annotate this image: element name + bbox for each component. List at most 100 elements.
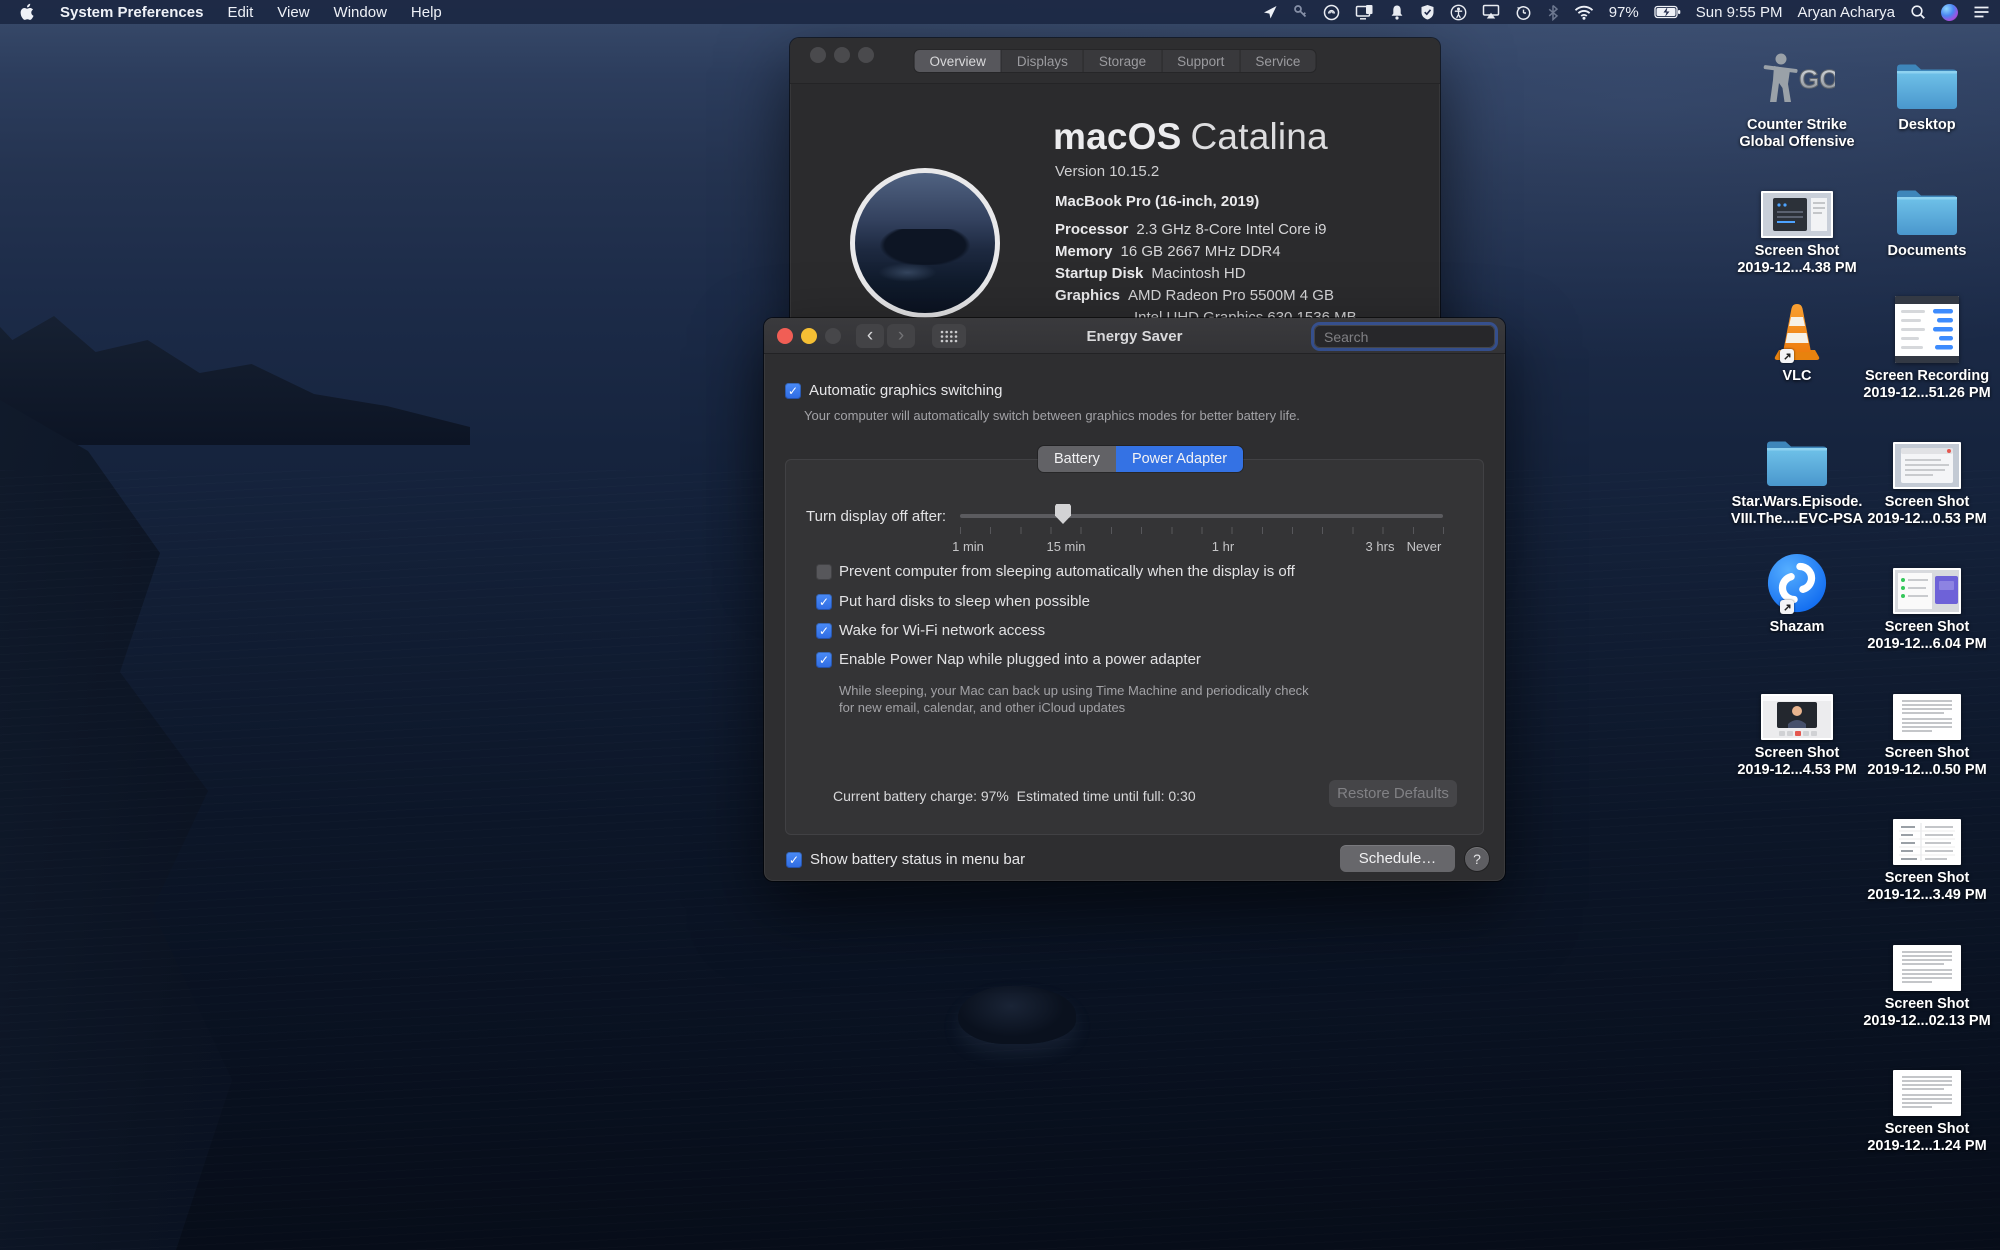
notification-center-icon[interactable] xyxy=(1973,0,1990,24)
about-os-title: macOSCatalina xyxy=(1053,116,1328,158)
help-button[interactable]: ? xyxy=(1465,847,1489,871)
csgo-icon: GO xyxy=(1759,38,1835,112)
desktop-icon-screen-shot[interactable]: Screen Shot2019-12...0.50 PM xyxy=(1857,666,1997,778)
display-off-slider-label: Turn display off after: xyxy=(806,508,946,525)
desktop-icon-label: Screen Shot2019-12...3.49 PM xyxy=(1867,870,1986,903)
battery-percent[interactable]: 97% xyxy=(1609,4,1639,21)
power-nap-description: While sleeping, your Mac can back up usi… xyxy=(839,682,1321,716)
desktop-icon-screen-shot[interactable]: Screen Shot2019-12...1.24 PM xyxy=(1857,1042,1997,1154)
desktop-icon-screen-recording[interactable]: Screen Recording2019-12...51.26 PM xyxy=(1857,289,1997,401)
desktop-icon-shazam[interactable]: Shazam xyxy=(1727,540,1867,636)
tab-support[interactable]: Support xyxy=(1162,50,1240,72)
tab-service[interactable]: Service xyxy=(1240,50,1315,72)
desktop-icon-screen-shot[interactable]: Screen Shot2019-12...02.13 PM xyxy=(1857,917,1997,1029)
desktop-icon-desktop[interactable]: Desktop xyxy=(1857,38,1997,134)
shot-doc-icon xyxy=(1893,666,1961,740)
wifi-icon[interactable] xyxy=(1574,0,1594,24)
alias-arrow-badge xyxy=(1780,600,1794,614)
about-titlebar[interactable]: OverviewDisplaysStorageSupportService xyxy=(790,38,1440,84)
shot-window2-icon xyxy=(1893,415,1961,489)
menubar-app-name[interactable]: System Preferences xyxy=(60,4,203,21)
spec-row: GraphicsAMD Radeon Pro 5500M 4 GB xyxy=(1055,285,1357,307)
battery-charging-icon[interactable] xyxy=(1654,0,1681,24)
desktop-icon-label: Screen Shot2019-12...02.13 PM xyxy=(1863,996,1990,1029)
accessibility-icon[interactable] xyxy=(1450,0,1467,24)
shot-video-icon xyxy=(1761,666,1833,740)
checkbox[interactable]: ✓ xyxy=(816,623,832,639)
time-machine-icon[interactable] xyxy=(1515,0,1532,24)
checkbox-label: Enable Power Nap while plugged into a po… xyxy=(839,651,1201,668)
tab-storage[interactable]: Storage xyxy=(1084,50,1162,72)
desktop-icon-screen-shot[interactable]: Screen Shot2019-12...4.38 PM xyxy=(1727,164,1867,276)
desktop-icon-screen-shot[interactable]: Screen Shot2019-12...3.49 PM xyxy=(1857,791,1997,903)
checkbox[interactable]: ✓ xyxy=(816,564,832,580)
checkbox[interactable]: ✓ xyxy=(816,594,832,610)
key-icon[interactable] xyxy=(1293,0,1308,24)
show-battery-status-checkbox[interactable]: ✓ xyxy=(786,852,802,868)
forward-button[interactable]: › xyxy=(887,324,915,348)
auto-graphics-row[interactable]: ✓ Automatic graphics switching xyxy=(785,382,1002,399)
tab-battery[interactable]: Battery xyxy=(1038,446,1116,472)
search-input[interactable] xyxy=(1324,329,1505,345)
menubar-user-name[interactable]: Aryan Acharya xyxy=(1797,4,1895,21)
energy-titlebar[interactable]: ‹ › Energy Saver xyxy=(764,318,1505,354)
tab-displays[interactable]: Displays xyxy=(1002,50,1084,72)
tick-label-never: Never xyxy=(1407,539,1442,554)
sleep-option-row[interactable]: ✓Put hard disks to sleep when possible xyxy=(816,593,1090,610)
desktop-icon-label: Documents xyxy=(1888,243,1967,260)
desktop-icon-screen-shot[interactable]: Screen Shot2019-12...0.53 PM xyxy=(1857,415,1997,527)
creative-cloud-icon[interactable] xyxy=(1323,0,1340,24)
minimize-button[interactable] xyxy=(801,328,817,344)
checkbox-label: Prevent computer from sleeping automatic… xyxy=(839,563,1295,580)
search-field[interactable] xyxy=(1314,325,1495,348)
desktop-icon-counter-strike[interactable]: GOCounter StrikeGlobal Offensive xyxy=(1727,38,1867,150)
menubar-clock[interactable]: Sun 9:55 PM xyxy=(1696,4,1783,21)
airplay-icon[interactable] xyxy=(1482,0,1500,24)
location-icon[interactable] xyxy=(1262,0,1278,24)
desktop-icon-label: Screen Recording2019-12...51.26 PM xyxy=(1863,368,1990,401)
shield-check-icon[interactable] xyxy=(1420,0,1435,24)
bluetooth-icon[interactable] xyxy=(1547,0,1559,24)
schedule-button[interactable]: Schedule… xyxy=(1340,845,1455,872)
sleep-option-row[interactable]: ✓ Enable Power Nap while plugged into a p… xyxy=(816,651,1201,668)
display-off-slider-thumb[interactable] xyxy=(1055,504,1071,524)
display-mirroring-icon[interactable] xyxy=(1355,0,1374,24)
auto-graphics-checkbox[interactable]: ✓ xyxy=(785,383,801,399)
shot-window3-icon xyxy=(1893,540,1961,614)
siri-icon[interactable] xyxy=(1941,0,1958,24)
desktop-icon-screen-shot[interactable]: Screen Shot2019-12...6.04 PM xyxy=(1857,540,1997,652)
close-button[interactable] xyxy=(810,47,826,63)
spotlight-search-icon[interactable] xyxy=(1910,0,1926,24)
desktop-icon-screen-shot[interactable]: Screen Shot2019-12...4.53 PM xyxy=(1727,666,1867,778)
tab-power-adapter[interactable]: Power Adapter xyxy=(1116,446,1243,472)
restore-defaults-button[interactable]: Restore Defaults xyxy=(1329,780,1457,807)
desktop-icon-label: Screen Shot2019-12...4.53 PM xyxy=(1737,745,1856,778)
folder-icon xyxy=(1894,164,1960,238)
show-all-preferences-button[interactable] xyxy=(932,324,966,348)
display-off-slider-track[interactable] xyxy=(960,514,1443,518)
shot-table-icon xyxy=(1893,791,1961,865)
menu-edit[interactable]: Edit xyxy=(227,4,253,21)
menu-view[interactable]: View xyxy=(277,4,309,21)
menu-window[interactable]: Window xyxy=(334,4,387,21)
checkbox[interactable]: ✓ xyxy=(816,652,832,668)
menu-help[interactable]: Help xyxy=(411,4,442,21)
desktop-icon-star-wars-episode-[interactable]: Star.Wars.Episode.VIII.The....EVC-PSA xyxy=(1727,415,1867,527)
tab-overview[interactable]: Overview xyxy=(915,50,1002,72)
vlc-icon xyxy=(1766,289,1828,363)
back-button[interactable]: ‹ xyxy=(856,324,884,348)
sleep-option-row[interactable]: ✓ Prevent computer from sleeping automati… xyxy=(816,563,1295,580)
apple-menu-icon[interactable] xyxy=(20,0,36,24)
show-battery-status-row[interactable]: ✓ Show battery status in menu bar xyxy=(786,851,1025,868)
notifications-bell-icon[interactable] xyxy=(1389,0,1405,24)
zoom-button[interactable] xyxy=(825,328,841,344)
show-battery-status-label: Show battery status in menu bar xyxy=(810,851,1025,868)
desktop-icon-documents[interactable]: Documents xyxy=(1857,164,1997,260)
minimize-button[interactable] xyxy=(834,47,850,63)
desktop-icon-vlc[interactable]: VLC xyxy=(1727,289,1867,385)
sleep-option-row[interactable]: ✓Wake for Wi-Fi network access xyxy=(816,622,1045,639)
desktop-icon-label: Shazam xyxy=(1770,619,1825,636)
zoom-button[interactable] xyxy=(858,47,874,63)
auto-graphics-label: Automatic graphics switching xyxy=(809,382,1002,399)
close-button[interactable] xyxy=(777,328,793,344)
